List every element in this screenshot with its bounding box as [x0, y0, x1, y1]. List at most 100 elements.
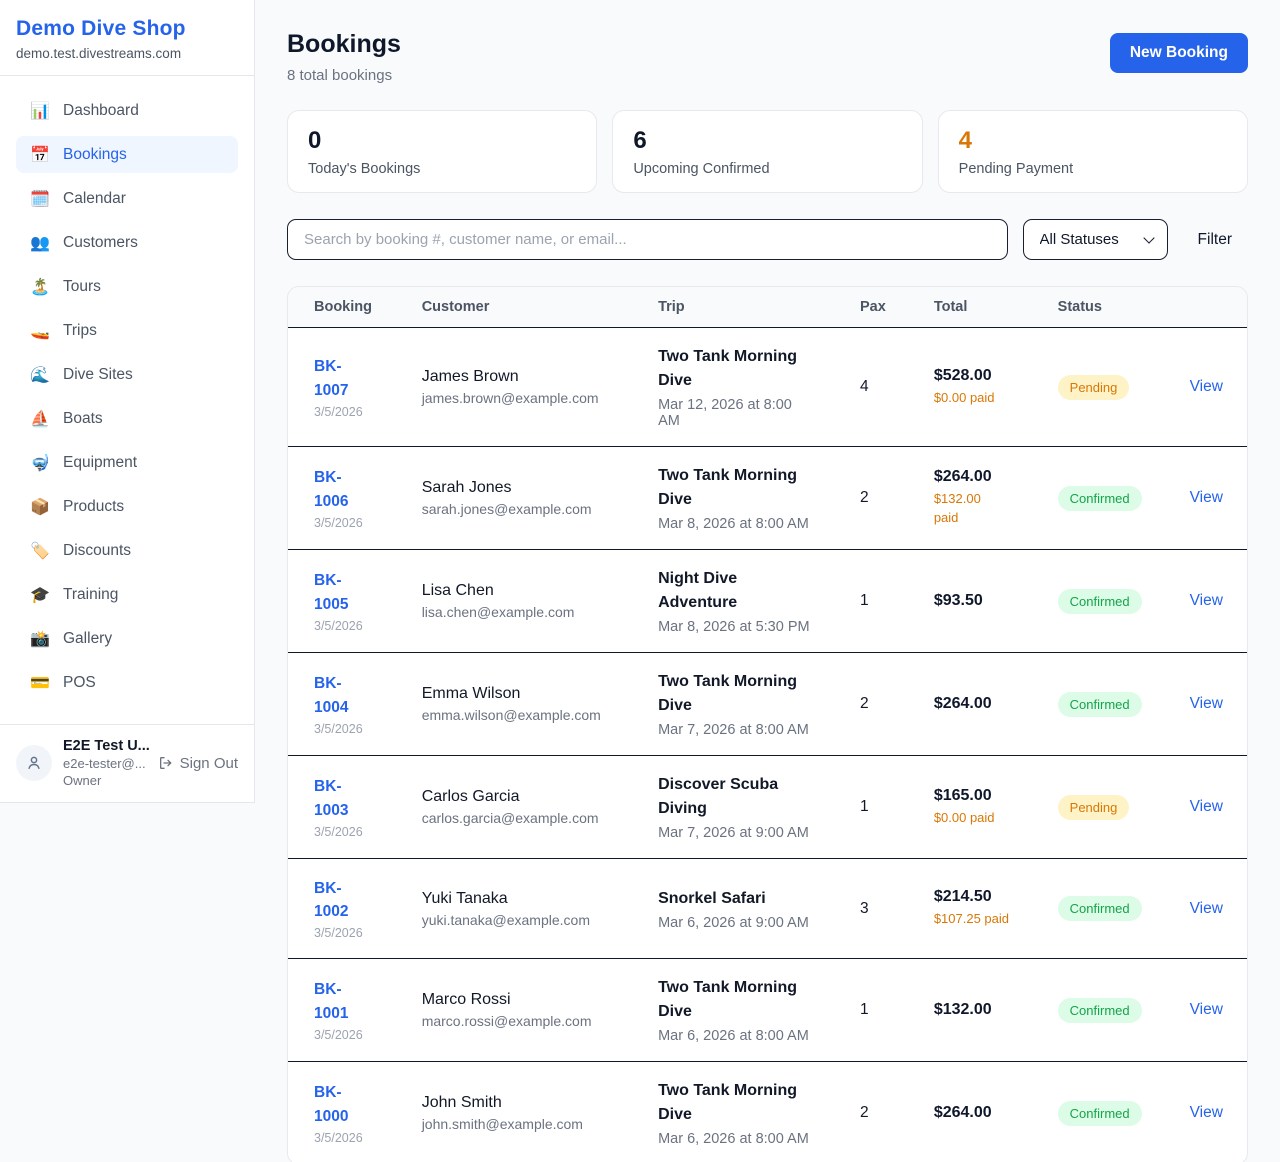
dive-sites-icon: 🌊 [30, 365, 50, 385]
sidebar-item-tours[interactable]: 🏝️ Tours [16, 268, 238, 305]
sidebar-item-label: Discounts [63, 542, 131, 560]
trip-datetime: Mar 8, 2026 at 5:30 PM [658, 619, 812, 635]
stat-card: 6 Upcoming Confirmed [612, 110, 922, 193]
sidebar-item-label: Equipment [63, 454, 137, 472]
column-header-actions [1166, 287, 1247, 328]
sidebar-item-dashboard[interactable]: 📊 Dashboard [16, 92, 238, 129]
trip-name: Two Tank Morning Dive [658, 670, 812, 718]
column-header-customer: Customer [398, 287, 634, 328]
sidebar-item-label: Tours [63, 278, 101, 296]
trip-name: Two Tank Morning Dive [658, 1079, 812, 1127]
sidebar-item-customers[interactable]: 👥 Customers [16, 224, 238, 261]
sidebar-item-label: Dashboard [63, 102, 139, 120]
sidebar-item-discounts[interactable]: 🏷️ Discounts [16, 532, 238, 569]
booking-id-link[interactable]: BK- 1002 [314, 877, 348, 924]
sign-out-button[interactable]: Sign Out [158, 755, 238, 772]
view-booking-link[interactable]: View [1190, 489, 1223, 506]
sidebar-item-gallery[interactable]: 📸 Gallery [16, 620, 238, 657]
trip-datetime: Mar 7, 2026 at 9:00 AM [658, 825, 812, 841]
boats-icon: ⛵ [30, 409, 50, 429]
sidebar-item-training[interactable]: 🎓 Training [16, 576, 238, 613]
sidebar-item-label: POS [63, 674, 96, 692]
avatar [16, 745, 52, 781]
column-header-booking: Booking [288, 287, 398, 328]
table-row: BK- 1000 3/5/2026 John Smith john.smith@… [288, 1062, 1247, 1162]
sidebar-item-equipment[interactable]: 🤿 Equipment [16, 444, 238, 481]
customer-name: Yuki Tanaka [422, 890, 610, 908]
pax-count: 1 [860, 798, 869, 815]
customer-email: lisa.chen@example.com [422, 604, 610, 620]
booking-id-link[interactable]: BK-1007 [314, 355, 374, 402]
new-booking-button[interactable]: New Booking [1110, 33, 1248, 73]
view-booking-link[interactable]: View [1190, 798, 1223, 815]
table-row: BK-1007 3/5/2026 James Brown james.brown… [288, 328, 1247, 447]
view-booking-link[interactable]: View [1190, 695, 1223, 712]
status-select-wrap: All Statuses [1023, 219, 1168, 260]
sidebar-item-boats[interactable]: ⛵ Boats [16, 400, 238, 437]
view-booking-link[interactable]: View [1190, 1104, 1223, 1121]
trip-datetime: Mar 12, 2026 at 8:00 AM [658, 397, 812, 429]
customers-icon: 👥 [30, 233, 50, 253]
table-row: BK-1001 3/5/2026 Marco Rossi marco.rossi… [288, 959, 1247, 1062]
booking-id-link[interactable]: BK- 1000 [314, 1081, 348, 1128]
customer-email: james.brown@example.com [422, 390, 610, 406]
table-row: BK- 1003 3/5/2026 Carlos Garcia carlos.g… [288, 756, 1247, 859]
sidebar-item-trips[interactable]: 🚤 Trips [16, 312, 238, 349]
booking-id-link[interactable]: BK-1001 [314, 978, 374, 1025]
pax-count: 4 [860, 378, 869, 395]
total-amount: $165.00 [934, 787, 1010, 805]
sidebar-item-calendar[interactable]: 🗓️ Calendar [16, 180, 238, 217]
filter-bar: All Statuses Filter [287, 219, 1248, 260]
customer-email: yuki.tanaka@example.com [422, 912, 610, 928]
booking-date: 3/5/2026 [314, 405, 374, 419]
customer-name: Emma Wilson [422, 685, 610, 703]
booking-id-link[interactable]: BK- 1003 [314, 775, 348, 822]
customer-name: Sarah Jones [422, 479, 610, 497]
products-icon: 📦 [30, 497, 50, 517]
sidebar-item-pos[interactable]: 💳 POS [16, 664, 238, 701]
view-booking-link[interactable]: View [1190, 592, 1223, 609]
brand: Demo Dive Shop demo.test.divestreams.com [0, 0, 254, 76]
table-header-row: Booking Customer Trip Pax Total Status [288, 287, 1247, 328]
booking-date: 3/5/2026 [314, 516, 374, 530]
paid-amount: $107.25 paid [934, 910, 1010, 929]
user-section: E2E Test U... e2e-tester@... Owner Sign … [0, 724, 254, 802]
total-amount: $528.00 [934, 367, 1010, 385]
total-amount: $264.00 [934, 468, 1010, 486]
view-booking-link[interactable]: View [1190, 900, 1223, 917]
pax-count: 2 [860, 1104, 869, 1121]
sidebar-item-bookings[interactable]: 📅 Bookings [16, 136, 238, 173]
column-header-total: Total [910, 287, 1034, 328]
table-row: BK- 1002 3/5/2026 Yuki Tanaka yuki.tanak… [288, 859, 1247, 959]
view-booking-link[interactable]: View [1190, 1001, 1223, 1018]
stat-card: 0 Today's Bookings [287, 110, 597, 193]
paid-amount: $0.00 paid [934, 809, 1010, 828]
trip-datetime: Mar 6, 2026 at 8:00 AM [658, 1131, 812, 1147]
booking-date: 3/5/2026 [314, 1131, 374, 1145]
view-booking-link[interactable]: View [1190, 378, 1223, 395]
user-name: E2E Test U... [63, 738, 147, 754]
trip-datetime: Mar 6, 2026 at 8:00 AM [658, 1028, 812, 1044]
customer-name: James Brown [422, 368, 610, 386]
status-badge: Pending [1058, 375, 1130, 400]
main-content: Bookings 8 total bookings New Booking 0 … [255, 0, 1280, 1162]
booking-id-link[interactable]: BK- 1004 [314, 672, 348, 719]
stat-label: Upcoming Confirmed [633, 161, 901, 177]
booking-id-link[interactable]: BK- 1005 [314, 569, 348, 616]
bookings-icon: 📅 [30, 145, 50, 165]
sidebar-item-dive-sites[interactable]: 🌊 Dive Sites [16, 356, 238, 393]
table-row: BK- 1006 3/5/2026 Sarah Jones sarah.jone… [288, 447, 1247, 550]
column-header-trip: Trip [634, 287, 836, 328]
status-badge: Confirmed [1058, 486, 1142, 511]
filter-button[interactable]: Filter [1183, 231, 1248, 249]
sidebar-item-products[interactable]: 📦 Products [16, 488, 238, 525]
status-select[interactable]: All Statuses [1023, 219, 1168, 260]
pax-count: 3 [860, 900, 869, 917]
stat-value: 6 [633, 128, 901, 154]
bookings-table-card: Booking Customer Trip Pax Total Status [287, 286, 1248, 1162]
calendar-icon: 🗓️ [30, 189, 50, 209]
booking-date: 3/5/2026 [314, 722, 374, 736]
booking-id-link[interactable]: BK- 1006 [314, 466, 348, 513]
user-info: E2E Test U... e2e-tester@... Owner [63, 738, 147, 788]
search-input[interactable] [287, 219, 1008, 260]
